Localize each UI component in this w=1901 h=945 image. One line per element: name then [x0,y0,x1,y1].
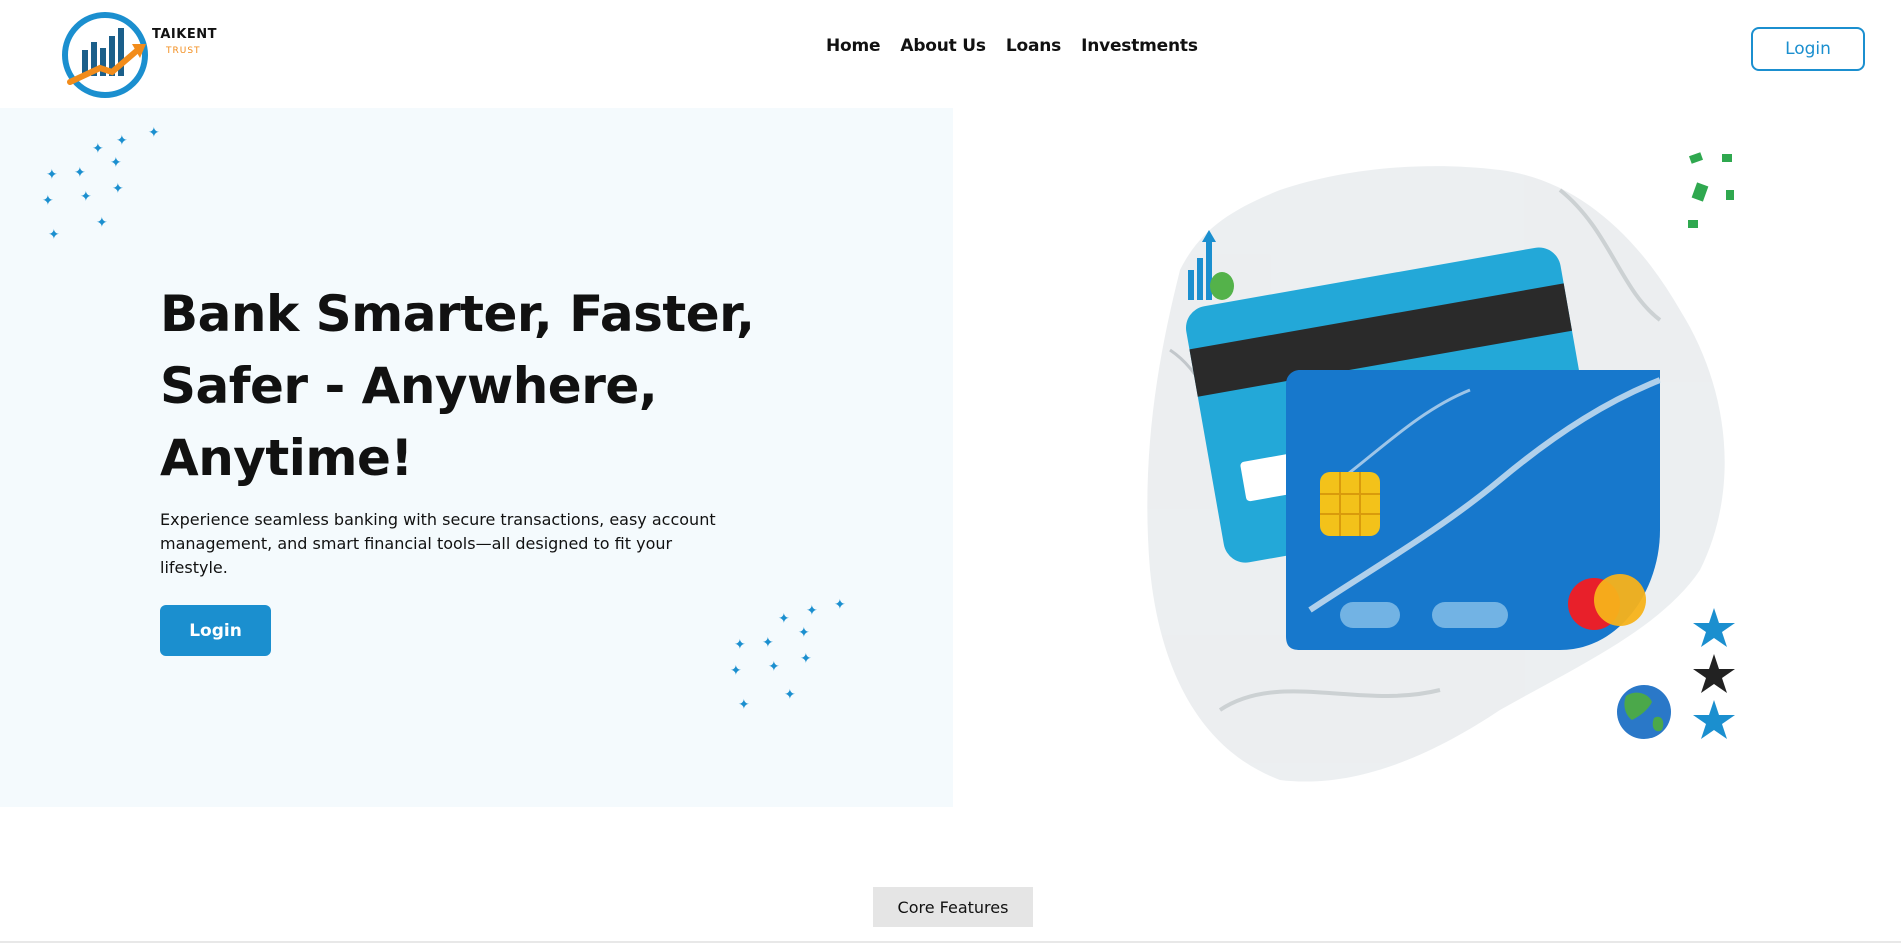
nav-item-investments[interactable]: Investments [1081,36,1198,56]
sparkle-icon: ✦ [92,141,104,157]
sparkle-icon: ✦ [738,697,750,713]
sparkle-icon: ✦ [110,155,122,171]
sparkle-icon: ✦ [42,193,54,209]
sparkle-cluster-top: ✦ ✦ ✦ ✦ ✦ ✦ ✦ ✦ ✦ ✦ ✦ [40,126,170,246]
sparkle-icon: ✦ [96,215,108,231]
logo-chart-icon [62,12,148,98]
section-divider [0,941,1901,943]
logo-name: TAIKENT [152,27,217,42]
sparkle-icon: ✦ [798,625,810,641]
sparkle-icon: ✦ [730,663,742,679]
logo-tagline: TRUST [166,46,201,56]
sparkle-icon: ✦ [800,651,812,667]
core-features-label[interactable]: Core Features [873,887,1033,927]
nav-item-loans[interactable]: Loans [1006,36,1061,56]
star-icon [1693,608,1735,647]
sparkle-icon: ✦ [48,227,60,243]
nav-item-home[interactable]: Home [826,36,881,56]
nav-item-about-us[interactable]: About Us [900,36,986,56]
sparkle-icon: ✦ [80,189,92,205]
sparkle-icon: ✦ [74,165,86,181]
sparkle-icon: ✦ [112,181,124,197]
hero-subtitle: Experience seamless banking with secure … [160,510,716,577]
site-header: TAIKENT TRUST Home About Us Loans Invest… [0,0,1901,108]
hero-illustration [1147,152,1735,782]
sparkle-icon: ✦ [116,133,128,149]
sparkle-cluster-bottom: ✦ ✦ ✦ ✦ ✦ ✦ ✦ ✦ ✦ ✦ ✦ [730,598,850,718]
logo-text: TAIKENT TRUST [152,28,217,56]
sparkle-icon: ✦ [784,687,796,703]
sparkle-icon: ✦ [46,167,58,183]
hero-title: Bank Smarter, Faster, Safer - Anywhere, … [160,285,755,487]
hero-panel: ✦ ✦ ✦ ✦ ✦ ✦ ✦ ✦ ✦ ✦ ✦ Bank Smarter, Fast… [0,108,953,807]
sparkle-icon: ✦ [762,635,774,651]
header-login-button[interactable]: Login [1751,27,1865,71]
front-credit-card [1286,370,1662,650]
globe-icon [1617,685,1671,739]
money-icon [1688,152,1734,228]
star-stack [1693,608,1735,739]
sparkle-icon: ✦ [734,637,746,653]
sparkle-icon: ✦ [778,611,790,627]
logo[interactable]: TAIKENT TRUST [60,8,220,102]
sparkle-icon: ✦ [806,603,818,619]
main-nav: Home About Us Loans Investments [826,36,1198,56]
sparkle-icon: ✦ [768,659,780,675]
sparkle-icon: ✦ [834,597,846,613]
star-icon [1693,700,1735,739]
sparkle-icon: ✦ [148,125,160,141]
star-icon [1693,654,1735,693]
hero-login-button[interactable]: Login [160,605,271,656]
